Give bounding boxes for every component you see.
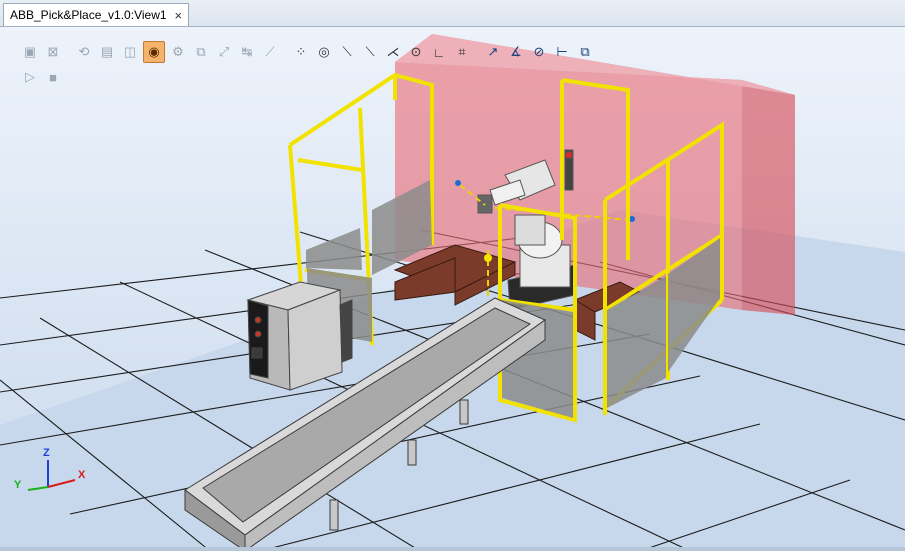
- view-center-icon[interactable]: ⊠: [43, 42, 63, 62]
- measure-angle-icon[interactable]: ∡: [506, 42, 526, 62]
- snap-mid-icon[interactable]: ⟍: [337, 42, 357, 62]
- view-all-icon[interactable]: ▣: [20, 42, 40, 62]
- axis-x-label: X: [78, 469, 86, 481]
- viewport-toolbar-row2: ▷ ■: [20, 67, 66, 87]
- select-path-icon[interactable]: ↹: [237, 42, 257, 62]
- station-scene: [0, 34, 905, 551]
- snap-local-icon[interactable]: ∟: [429, 42, 449, 62]
- tab-view1[interactable]: ABB_Pick&Place_v1.0:View1 ×: [3, 3, 190, 26]
- measure-minimum-icon[interactable]: ⊢: [552, 42, 572, 62]
- select-mechanism-icon[interactable]: ⚙: [168, 42, 188, 62]
- bottom-border: [0, 547, 905, 551]
- select-body-icon[interactable]: ◫: [120, 42, 140, 62]
- robotstudio-view-window: ABB_Pick&Place_v1.0:View1 × Z X Y ▣ ⊠ ⟲ …: [0, 0, 905, 551]
- tab-view1-label: ABB_Pick&Place_v1.0:View1: [10, 8, 167, 22]
- measure-points-icon[interactable]: ⧉: [575, 42, 595, 62]
- measure-diameter-icon[interactable]: ⊘: [529, 42, 549, 62]
- select-target-icon[interactable]: ⤢: [214, 42, 234, 62]
- select-curve-icon[interactable]: ⟲: [74, 42, 94, 62]
- snap-object-icon[interactable]: ⁘: [291, 42, 311, 62]
- select-frame-icon[interactable]: ⟋: [260, 42, 280, 62]
- close-icon[interactable]: ×: [175, 9, 183, 22]
- select-part-icon[interactable]: ◉: [143, 41, 165, 63]
- select-surface-icon[interactable]: ▤: [97, 42, 117, 62]
- snap-surface-icon[interactable]: ⊙: [406, 42, 426, 62]
- snap-edge-icon[interactable]: ⟍: [360, 42, 380, 62]
- axis-z-label: Z: [43, 447, 50, 459]
- viewport-toolbar-row1: ▣ ⊠ ⟲ ▤ ◫ ◉ ⚙ ⧉ ⤢ ↹ ⟋ ⁘ ◎ ⟍ ⟍ ⋌ ⊙ ∟ ⌗ ↗ …: [20, 41, 598, 63]
- measure-distance-icon[interactable]: ↗: [483, 42, 503, 62]
- simulation-stop-icon[interactable]: ■: [43, 67, 63, 87]
- simulation-play-icon[interactable]: ▷: [20, 67, 40, 87]
- document-tab-bar: ABB_Pick&Place_v1.0:View1 ×: [0, 0, 905, 27]
- robot-controller-cabinet: [246, 281, 353, 391]
- select-group-icon[interactable]: ⧉: [191, 42, 211, 62]
- snap-center-icon[interactable]: ◎: [314, 42, 334, 62]
- snap-corner-icon[interactable]: ⋌: [383, 42, 403, 62]
- snap-grid-icon[interactable]: ⌗: [452, 42, 472, 62]
- axis-y-label: Y: [14, 479, 22, 491]
- 3d-viewport[interactable]: Z X Y ▣ ⊠ ⟲ ▤ ◫ ◉ ⚙ ⧉ ⤢ ↹ ⟋ ⁘ ◎ ⟍ ⟍ ⋌ ⊙ …: [0, 27, 905, 551]
